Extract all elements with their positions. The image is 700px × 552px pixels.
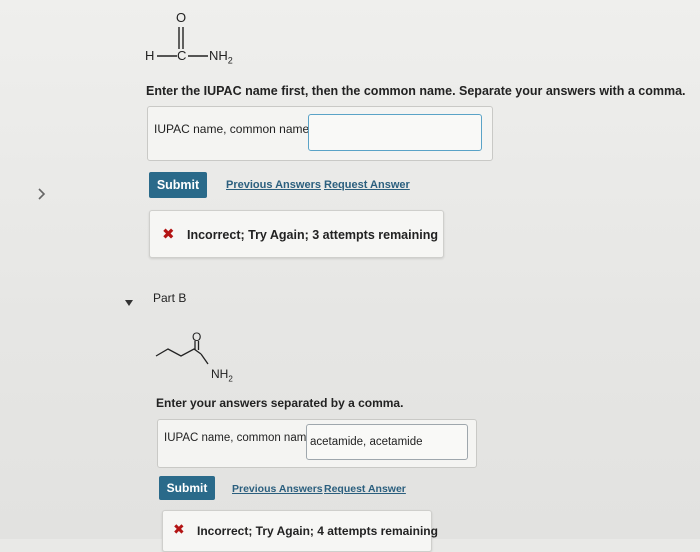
part-b-previous-answers-link[interactable]: Previous Answers — [232, 483, 323, 495]
part-b-instruction: Enter your answers separated by a comma. — [156, 396, 404, 410]
amine-group: NH2 — [209, 48, 233, 66]
page: O H C NH2 Enter the IUPAC name first, th… — [0, 0, 700, 552]
amine-group: NH2 — [211, 367, 233, 384]
part-a-field-label: IUPAC name, common name: — [154, 122, 313, 136]
part-a-submit-button[interactable]: Submit — [149, 172, 207, 198]
caret-down-icon[interactable] — [124, 294, 134, 306]
part-a-feedback: ✖ Incorrect; Try Again; 3 attempts remai… — [149, 210, 444, 258]
part-a-feedback-text: Incorrect; Try Again; 3 attempts remaini… — [187, 228, 438, 242]
oxygen-atom: O — [192, 330, 202, 344]
oxygen-atom: O — [176, 10, 187, 25]
formamide-structure: O H C NH2 — [138, 8, 258, 68]
close-icon: ✖ — [162, 226, 175, 243]
close-icon: ✖ — [173, 521, 185, 537]
part-a-request-answer-link[interactable]: Request Answer — [324, 179, 410, 191]
part-a-instruction: Enter the IUPAC name first, then the com… — [146, 84, 686, 98]
part-a-answer-input[interactable] — [308, 114, 482, 151]
hydrogen-atom: H — [145, 48, 155, 63]
part-b-title[interactable]: Part B — [153, 291, 186, 305]
part-b-answer-box: IUPAC name, common name — [157, 419, 477, 468]
part-a-answer-box: IUPAC name, common name: — [147, 106, 493, 161]
carbon-atom: C — [177, 48, 187, 63]
chevron-right-icon[interactable] — [36, 186, 48, 202]
part-b-answer-input[interactable] — [306, 424, 468, 460]
part-b-submit-button[interactable]: Submit — [159, 476, 215, 500]
part-b-field-label: IUPAC name, common name — [164, 432, 313, 444]
part-b-feedback-text: Incorrect; Try Again; 4 attempts remaini… — [197, 524, 438, 538]
part-b-feedback: ✖ Incorrect; Try Again; 4 attempts remai… — [162, 510, 438, 552]
part-a-previous-answers-link[interactable]: Previous Answers — [226, 179, 321, 191]
part-b-request-answer-link[interactable]: Request Answer — [324, 483, 406, 495]
amide-structure: O NH2 — [150, 330, 250, 386]
